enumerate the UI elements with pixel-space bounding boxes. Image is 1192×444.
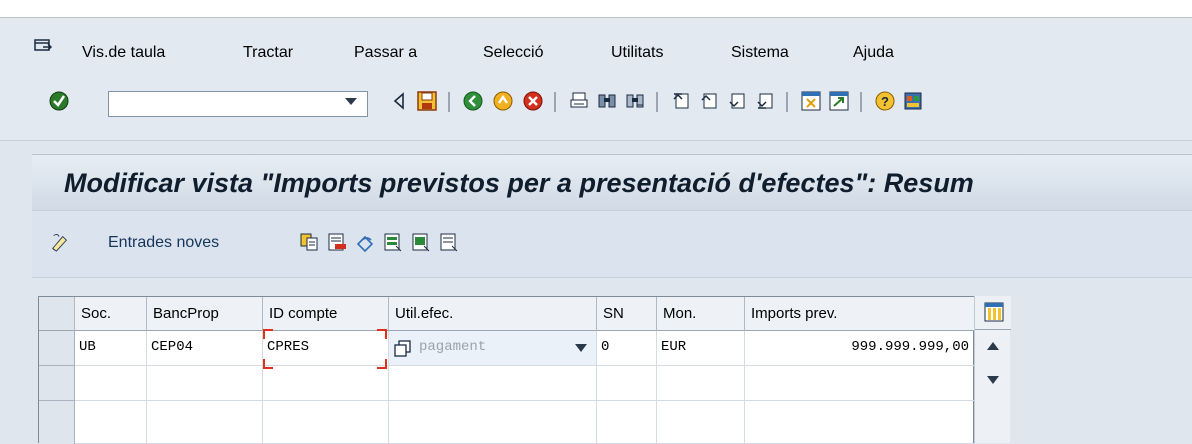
table-cell[interactable]	[745, 401, 975, 444]
menu-utilitats[interactable]: Utilitats	[611, 44, 663, 62]
toolbar-separator	[860, 92, 862, 112]
cell-mon[interactable]: EUR	[657, 331, 745, 366]
table-cell[interactable]	[147, 366, 263, 401]
table-cell[interactable]	[657, 401, 745, 444]
page-title: Modificar vista "Imports previstos per a…	[64, 168, 974, 198]
row-selector[interactable]	[39, 331, 75, 366]
title-bar: Modificar vista "Imports previstos per a…	[32, 154, 1192, 211]
menu-tractar[interactable]: Tractar	[243, 44, 293, 62]
save-icon[interactable]	[416, 90, 438, 112]
create-session-icon[interactable]	[800, 90, 822, 112]
cancel-icon[interactable]	[522, 90, 544, 112]
table-cell[interactable]	[389, 366, 597, 401]
menu-sistema[interactable]: Sistema	[731, 44, 789, 62]
toolbar-separator	[786, 92, 788, 112]
table-cell[interactable]	[597, 366, 657, 401]
window-top-strip	[0, 0, 1192, 18]
layout-icon[interactable]	[902, 90, 924, 112]
application-toolbar: Entrades noves	[32, 210, 1192, 278]
row-selector[interactable]	[39, 366, 75, 401]
menu-seleccio[interactable]: Selecció	[483, 44, 543, 62]
scroll-up-icon[interactable]	[987, 342, 999, 350]
menu-passar-a[interactable]: Passar a	[354, 44, 417, 62]
cell-imports-prev[interactable]: 999.999.999,00	[745, 331, 975, 366]
next-page-icon[interactable]	[726, 90, 748, 112]
select-block-icon[interactable]	[411, 232, 431, 252]
table-cell[interactable]	[745, 366, 975, 401]
enter-check-icon[interactable]	[48, 90, 70, 112]
undo-change-icon[interactable]	[355, 232, 375, 252]
standard-toolbar: ?	[0, 78, 1192, 141]
cell-soc[interactable]: UB	[75, 331, 147, 366]
copy-as-icon[interactable]	[299, 232, 319, 252]
toolbar-separator	[554, 92, 556, 112]
table-cell[interactable]	[389, 401, 597, 444]
edit-pen-icon[interactable]	[50, 232, 70, 252]
back-triangle-icon[interactable]	[388, 90, 410, 112]
column-header-bancprop[interactable]: BancProp	[147, 297, 263, 331]
table-control: Soc. BancProp ID compte Util.efec. SN Mo…	[38, 296, 975, 444]
toolbar-separator	[656, 92, 658, 112]
new-entries-button[interactable]: Entrades noves	[108, 234, 219, 252]
toolbar-separator	[448, 92, 450, 112]
command-dropdown-arrow-icon[interactable]	[345, 98, 357, 105]
cell-focus-marker	[263, 329, 387, 369]
previous-page-icon[interactable]	[698, 90, 720, 112]
table-cell[interactable]	[147, 401, 263, 444]
back-icon[interactable]	[462, 90, 484, 112]
last-page-icon[interactable]	[754, 90, 776, 112]
cell-util-efec[interactable]: pagament	[389, 331, 597, 366]
table-cell[interactable]	[75, 401, 147, 444]
cell-bancprop[interactable]: CEP04	[147, 331, 263, 366]
table-cell[interactable]	[263, 366, 389, 401]
command-field[interactable]	[108, 91, 368, 117]
find-next-icon[interactable]	[624, 90, 646, 112]
table-cell[interactable]	[75, 366, 147, 401]
table-cell[interactable]	[263, 401, 389, 444]
menu-ajuda[interactable]: Ajuda	[853, 44, 894, 62]
scroll-down-icon[interactable]	[987, 376, 999, 384]
exit-icon[interactable]	[492, 90, 514, 112]
column-header-imports-prev[interactable]: Imports prev.	[745, 297, 975, 331]
select-all-rows-handle[interactable]	[39, 297, 75, 331]
help-icon[interactable]: ?	[874, 90, 896, 112]
column-header-mon[interactable]: Mon.	[657, 297, 745, 331]
column-header-sn[interactable]: SN	[597, 297, 657, 331]
cell-util-efec-value: pagament	[419, 339, 487, 355]
column-header-soc[interactable]: Soc.	[75, 297, 147, 331]
menu-bar: Vis.de taula Tractar Passar a Selecció U…	[0, 18, 1192, 78]
menu-window-icon[interactable]	[34, 39, 52, 53]
row-selector[interactable]	[39, 401, 75, 444]
first-page-icon[interactable]	[670, 90, 692, 112]
cell-sn[interactable]: 0	[597, 331, 657, 366]
menu-vis-de-taula[interactable]: Vis.de taula	[82, 44, 165, 62]
print-icon[interactable]	[568, 90, 590, 112]
column-header-id-compte[interactable]: ID compte	[263, 297, 389, 331]
table-settings-icon[interactable]	[984, 302, 1004, 322]
delete-icon[interactable]	[327, 232, 347, 252]
dropdown-arrow-icon[interactable]	[575, 344, 587, 352]
table-cell[interactable]	[597, 401, 657, 444]
select-all-icon[interactable]	[383, 232, 403, 252]
table-cell[interactable]	[657, 366, 745, 401]
vertical-scrollbar[interactable]	[974, 296, 1011, 443]
column-header-util-efec[interactable]: Util.efec.	[389, 297, 597, 331]
svg-text:?: ?	[881, 94, 889, 109]
find-icon[interactable]	[596, 90, 618, 112]
shortcut-icon[interactable]	[828, 90, 850, 112]
copy-icon	[394, 340, 411, 357]
deselect-all-icon[interactable]	[439, 232, 459, 252]
